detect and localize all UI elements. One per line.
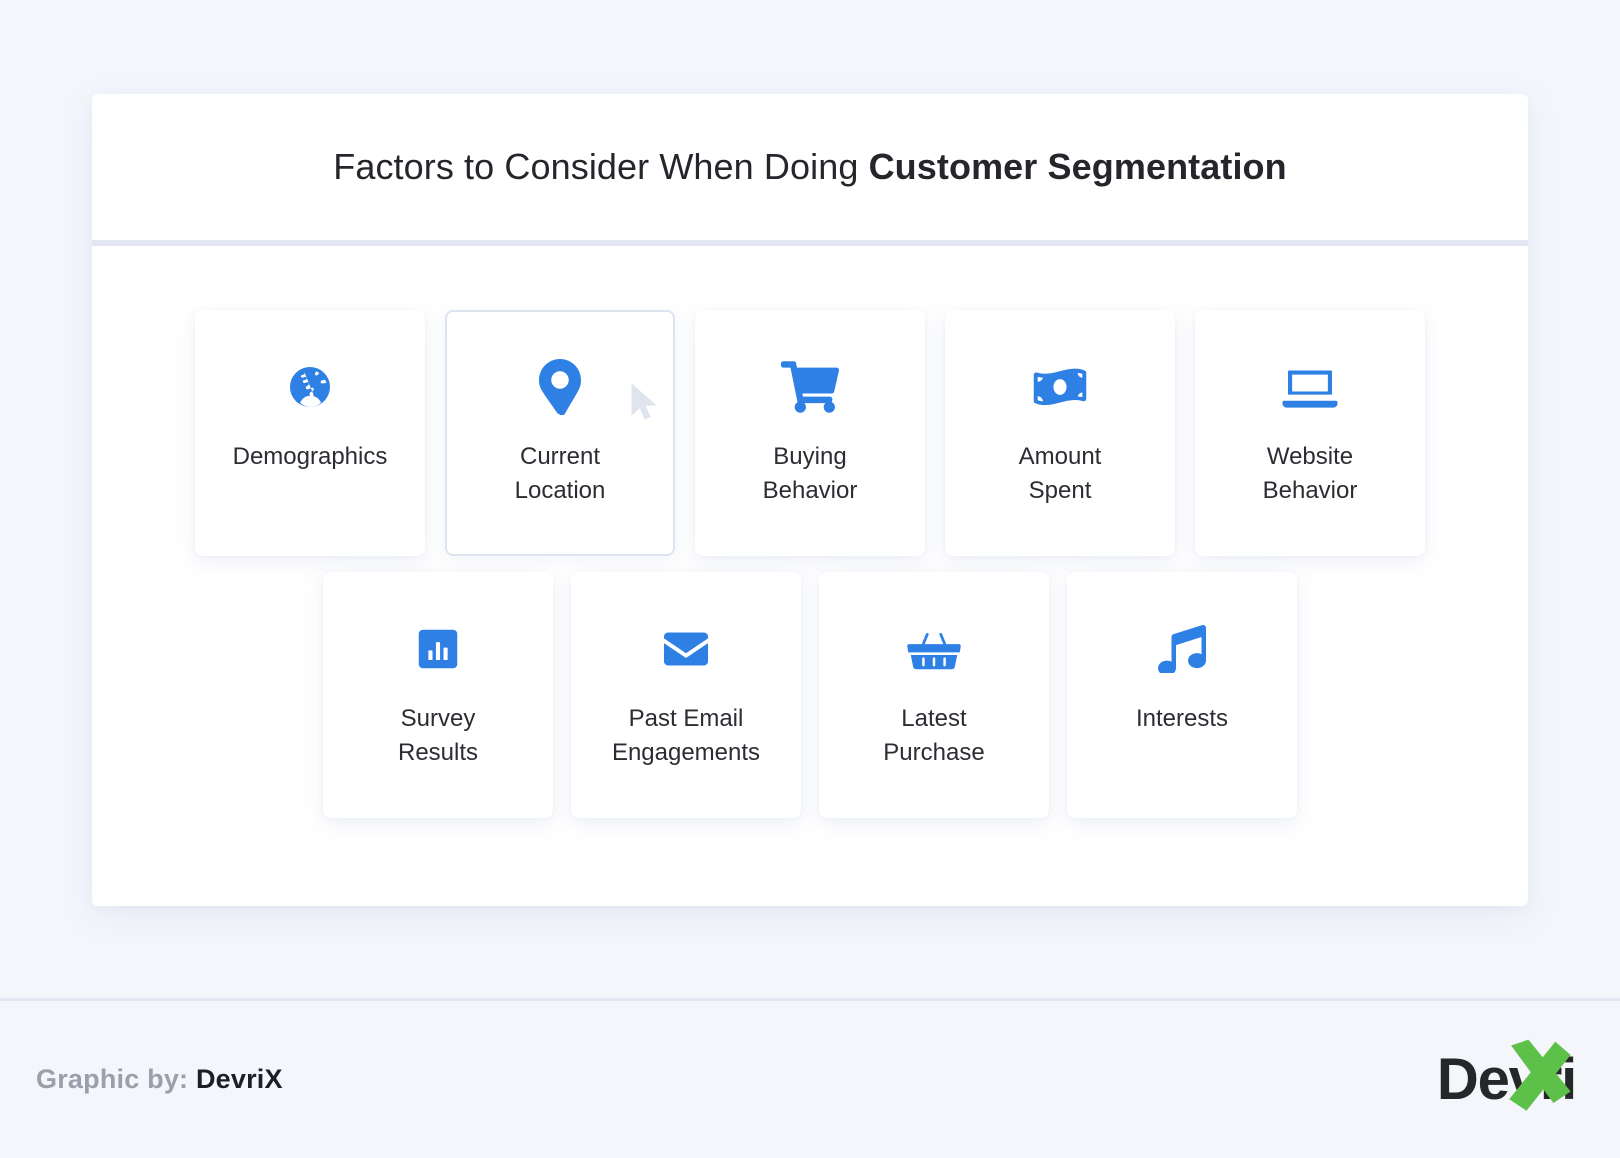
factor-card[interactable]: Demographics: [195, 310, 425, 556]
factor-card-label: Survey Results: [390, 702, 486, 770]
factor-card-label: Past Email Engagements: [604, 702, 768, 770]
map-pin-icon: [539, 358, 581, 416]
bar-chart-icon: [416, 620, 460, 678]
footer: Graphic by: DevriX Devri: [0, 998, 1620, 1158]
factor-card[interactable]: Interests: [1067, 572, 1297, 818]
envelope-icon: [658, 620, 714, 678]
laptop-icon: [1282, 358, 1338, 416]
page-title-bold: Customer Segmentation: [869, 146, 1287, 187]
factor-card-label: Demographics: [225, 440, 396, 474]
factor-card-label: Website Behavior: [1255, 440, 1366, 508]
music-note-icon: [1157, 620, 1207, 678]
globe-icon: [286, 358, 334, 416]
credit-brand: DevriX: [196, 1064, 283, 1094]
panel-body: Demographics Current Location Buying Behav…: [92, 246, 1528, 906]
factor-card[interactable]: Current Location: [445, 310, 675, 556]
devrix-logo: Devri: [1437, 1042, 1580, 1118]
logo-x-icon: [1490, 1032, 1586, 1128]
factor-card-label: Latest Purchase: [875, 702, 992, 770]
panel-area: Factors to Consider When Doing Customer …: [0, 0, 1620, 998]
mouse-cursor-icon: [629, 382, 659, 422]
card-row-2: Survey Results Past Email Engagements Late…: [323, 572, 1297, 818]
credit-prefix: Graphic by:: [36, 1064, 188, 1094]
shopping-cart-icon: [781, 358, 839, 416]
factor-card[interactable]: Latest Purchase: [819, 572, 1049, 818]
factor-card[interactable]: Survey Results: [323, 572, 553, 818]
factor-card-label: Buying Behavior: [755, 440, 866, 508]
main-panel: Factors to Consider When Doing Customer …: [92, 94, 1528, 906]
panel-header: Factors to Consider When Doing Customer …: [92, 94, 1528, 246]
factor-card[interactable]: Amount Spent: [945, 310, 1175, 556]
money-bill-icon: [1031, 358, 1089, 416]
page-title: Factors to Consider When Doing Customer …: [333, 146, 1287, 188]
factor-card[interactable]: Buying Behavior: [695, 310, 925, 556]
credit-line: Graphic by: DevriX: [36, 1064, 283, 1095]
factor-card[interactable]: Website Behavior: [1195, 310, 1425, 556]
factor-card-label: Amount Spent: [1011, 440, 1110, 508]
shopping-basket-icon: [906, 620, 962, 678]
infographic-page: Factors to Consider When Doing Customer …: [0, 0, 1620, 1158]
card-row-1: Demographics Current Location Buying Behav…: [195, 310, 1425, 556]
factor-card[interactable]: Past Email Engagements: [571, 572, 801, 818]
page-title-plain: Factors to Consider When Doing: [333, 146, 868, 187]
factor-card-label: Current Location: [507, 440, 614, 508]
factor-card-label: Interests: [1128, 702, 1236, 736]
